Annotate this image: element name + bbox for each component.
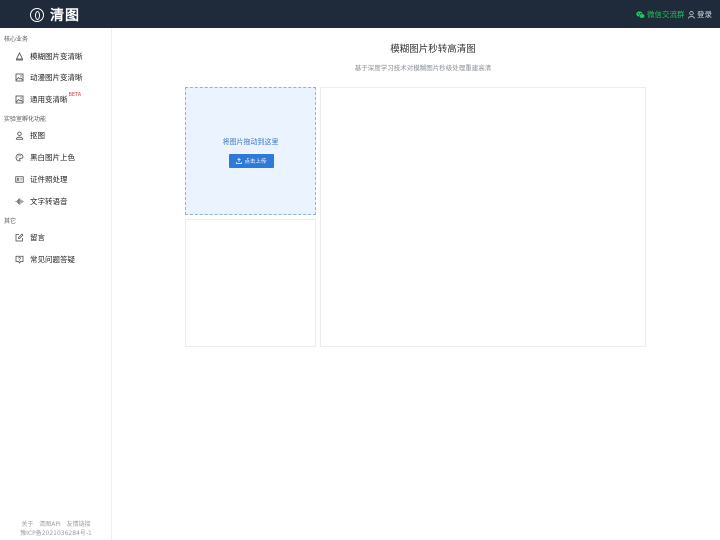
upload-icon (236, 158, 243, 164)
sidebar-item-faq[interactable]: 常见问题答疑 (0, 249, 111, 269)
sidebar-item-label: 动漫图片变清晰 (30, 72, 83, 82)
upload-button[interactable]: 点击上传 (229, 154, 274, 168)
sidebar-footer: 关于 清图API 友情链接 豫ICP备2021036284号-1 (0, 520, 112, 538)
top-header: 清图 微信交流群 登录 (0, 0, 720, 28)
footer-link-api[interactable]: 清图API (39, 521, 61, 528)
upload-label: 点击上传 (244, 159, 267, 165)
user-icon (688, 10, 695, 19)
sidebar-item-label: 常见问题答疑 (30, 254, 75, 264)
wechat-group-link[interactable]: 微信交流群 (636, 9, 685, 20)
wechat-icon (636, 10, 645, 18)
sidebar: 核心业务 模糊图片变清晰 动漫图片变清晰 通用变清晰 BETA 实验室孵化功能 … (0, 28, 112, 540)
section-title-other: 其它 (4, 218, 17, 225)
sidebar-item-label: 文字转语音 (30, 196, 68, 206)
image-enhance-icon (15, 51, 24, 60)
login-button[interactable]: 登录 (688, 9, 712, 20)
dropzone-text: 将图片拖动到这里 (222, 138, 279, 146)
beta-badge: BETA (68, 92, 82, 98)
sidebar-item-label: 证件照处理 (30, 174, 68, 184)
edit-message-icon (15, 233, 24, 241)
upload-dropzone[interactable]: 将图片拖动到这里 点击上传 (185, 87, 316, 215)
sidebar-item-label: 通用变清晰 (30, 94, 68, 104)
page-title: 模糊图片秒转高清图 (390, 44, 476, 55)
sidebar-item-colorize[interactable]: 黑白图片上色 (0, 147, 111, 167)
page-subtitle: 基于深度学习技术对模糊图片秒级处理重建高清 (354, 64, 492, 72)
result-preview-panel (320, 87, 646, 347)
logo-text: 清图 (50, 8, 80, 24)
footer-links: 关于 清图API 友情链接 (0, 520, 112, 529)
sidebar-item-label: 黑白图片上色 (30, 152, 75, 162)
anime-image-icon (15, 73, 24, 81)
general-image-icon (15, 95, 24, 103)
logo[interactable]: 清图 (30, 5, 80, 25)
sidebar-item-label: 留言 (30, 232, 45, 242)
original-preview-panel (185, 219, 316, 347)
sidebar-item-blur-to-clear[interactable]: 模糊图片变清晰 (0, 46, 111, 66)
icp-number[interactable]: 豫ICP备2021036284号-1 (0, 529, 112, 538)
sidebar-item-general-clear[interactable]: 通用变清晰 BETA (0, 89, 111, 109)
section-title-core: 核心业务 (4, 36, 29, 43)
person-cutout-icon (15, 131, 24, 140)
sidebar-item-label: 抠图 (30, 130, 45, 140)
sidebar-item-id-photo[interactable]: 证件照处理 (0, 169, 111, 189)
wechat-label: 微信交流群 (647, 10, 685, 19)
sidebar-item-anime-to-clear[interactable]: 动漫图片变清晰 (0, 67, 111, 87)
logo-drop-icon (30, 8, 44, 22)
id-card-icon (15, 175, 24, 183)
sound-wave-icon (15, 197, 24, 205)
footer-link-friends[interactable]: 友情链接 (67, 521, 91, 528)
login-label: 登录 (697, 10, 712, 19)
footer-link-about[interactable]: 关于 (21, 521, 33, 528)
section-title-lab: 实验室孵化功能 (4, 116, 47, 123)
sidebar-item-label: 模糊图片变清晰 (30, 51, 83, 61)
sidebar-item-cutout[interactable]: 抠图 (0, 125, 111, 145)
faq-icon (15, 255, 24, 264)
sidebar-item-text-to-speech[interactable]: 文字转语音 (0, 191, 111, 211)
sidebar-item-message[interactable]: 留言 (0, 227, 111, 247)
palette-icon (15, 153, 24, 161)
